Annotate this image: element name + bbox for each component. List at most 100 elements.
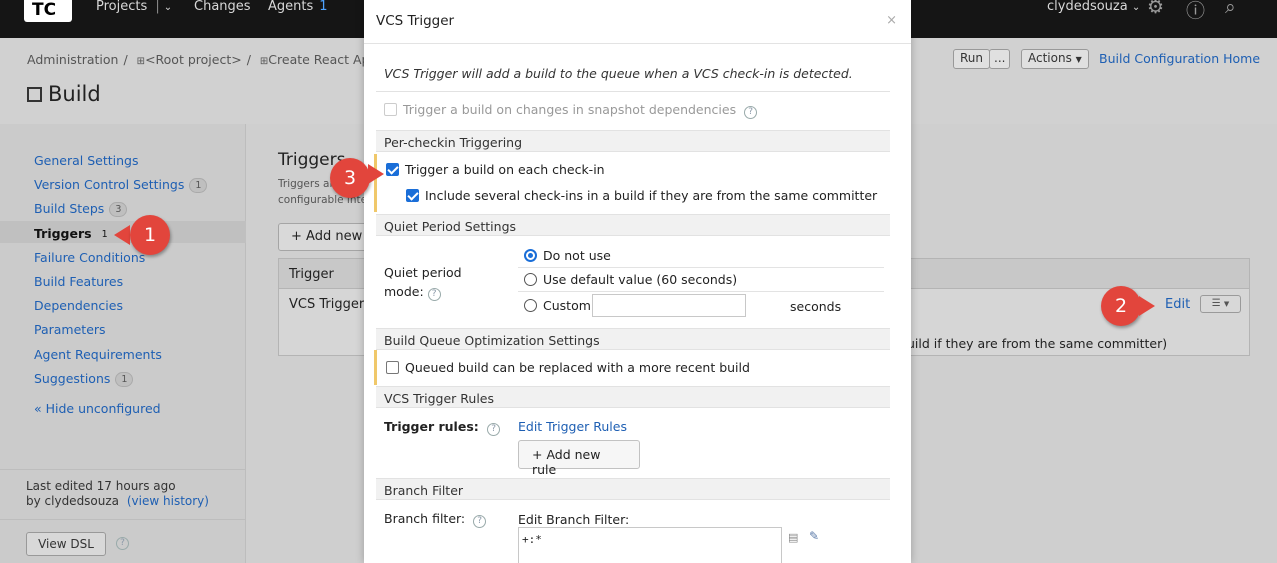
branch-filter-textarea[interactable]: +:*	[518, 527, 782, 563]
dialog-intro-text: VCS Trigger will add a build to the queu…	[384, 66, 853, 81]
breadcrumb-administration[interactable]: Administration	[27, 52, 118, 67]
user-menu[interactable]: clydedsouza ⌄	[1047, 0, 1140, 14]
edit-trigger-link[interactable]: Edit	[1165, 297, 1190, 312]
sidebar-item-build-features[interactable]: Build Features	[34, 274, 123, 289]
nav-projects[interactable]: Projects | ⌄	[96, 0, 172, 14]
hide-unconfigured-link[interactable]: « Hide unconfigured	[34, 401, 161, 416]
list-icon: ☰	[1211, 298, 1221, 309]
quiet-option-do-not-use[interactable]: Do not use	[524, 248, 611, 263]
chevron-down-icon[interactable]: ⌄	[164, 2, 172, 13]
sidebar-item-agent-requirements[interactable]: Agent Requirements	[34, 347, 162, 362]
breadcrumb-root-project[interactable]: <Root project>	[145, 52, 242, 67]
settings-sidebar: General Settings Version Control Setting…	[0, 124, 246, 563]
breadcrumb: Administration / ⊞<Root project> / ⊞Create…	[27, 52, 378, 67]
project-icon: ⊞	[136, 56, 146, 67]
callout-arrow	[114, 225, 130, 245]
divider	[518, 267, 884, 268]
vcs-trigger-dialog: VCS Trigger × VCS Trigger will add a bui…	[364, 0, 911, 563]
highlight-bar	[374, 350, 377, 385]
edit-branch-filter-label: Edit Branch Filter:	[518, 512, 630, 527]
quiet-period-section-header: Quiet Period Settings	[376, 214, 890, 236]
callout-arrow	[1139, 296, 1155, 316]
branch-filter-label: Branch filter: ?	[384, 511, 487, 528]
breadcrumb-create-react-app[interactable]: Create React App	[268, 52, 377, 67]
trigger-rules-label: Trigger rules: ?	[384, 419, 501, 436]
add-new-rule-button[interactable]: + Add new rule	[518, 440, 640, 477]
build-config-icon	[27, 87, 42, 102]
include-several-checkins-option: Include several check-ins in a build if …	[406, 188, 877, 203]
queued-build-replace-checkbox[interactable]	[386, 361, 399, 374]
divider	[0, 519, 246, 520]
sidebar-item-build-steps[interactable]: Build Steps 3	[34, 201, 128, 217]
count-badge: 3	[109, 202, 128, 217]
search-icon[interactable]: ⌕	[1225, 0, 1236, 18]
per-checkin-section-header: Per-checkin Triggering	[376, 130, 890, 152]
count-badge: 1	[101, 229, 108, 240]
count-badge: 1	[115, 372, 134, 387]
run-options-button[interactable]: ...	[989, 49, 1011, 69]
queued-build-replace-option: Queued build can be replaced with a more…	[386, 360, 750, 375]
divider	[0, 469, 246, 470]
edit-trigger-rules-link[interactable]: Edit Trigger Rules	[518, 419, 627, 434]
callout-arrow	[368, 164, 384, 184]
per-checkin-checkbox[interactable]	[386, 163, 399, 176]
help-icon[interactable]: ?	[487, 423, 501, 436]
seconds-label: seconds	[790, 299, 842, 314]
list-icon[interactable]: ▤	[788, 531, 798, 544]
table-row-trigger-name: VCS Trigger	[289, 297, 365, 312]
branch-filter-section-header: Branch Filter	[376, 478, 890, 500]
dialog-header: VCS Trigger ×	[364, 0, 911, 44]
custom-seconds-input[interactable]	[592, 294, 746, 317]
help-icon[interactable]: ?	[427, 288, 441, 301]
snapshot-dependencies-checkbox[interactable]	[384, 103, 397, 116]
callout-marker-2: 2	[1101, 286, 1141, 326]
callout-marker-3: 3	[330, 158, 370, 198]
help-icon[interactable]: ?	[744, 106, 758, 119]
quiet-option-default[interactable]: Use default value (60 seconds)	[524, 272, 737, 287]
dropdown-arrow-icon: ▼	[1223, 300, 1230, 308]
help-icon[interactable]: ⓘ	[1186, 0, 1205, 23]
view-history-link[interactable]: (view history)	[127, 494, 209, 508]
agents-count: 1	[319, 0, 328, 14]
radio-custom[interactable]	[524, 299, 537, 312]
divider	[518, 291, 884, 292]
include-several-checkins-checkbox[interactable]	[406, 189, 419, 202]
divider	[376, 91, 890, 92]
page-title: Build	[27, 82, 101, 106]
nav-agents[interactable]: Agents 1	[268, 0, 328, 14]
radio-default-value[interactable]	[524, 273, 537, 286]
nav-changes[interactable]: Changes	[194, 0, 251, 14]
trigger-options-menu[interactable]: ☰ ▼	[1200, 295, 1241, 313]
run-button[interactable]: Run	[953, 49, 991, 69]
trigger-rules-section-header: VCS Trigger Rules	[376, 386, 890, 408]
build-configuration-home-link[interactable]: Build Configuration Home	[1099, 51, 1260, 66]
quiet-period-mode-label: Quiet period mode: ?	[384, 265, 462, 301]
callout-marker-1: 1	[130, 215, 170, 255]
close-icon[interactable]: ×	[886, 13, 897, 28]
last-edited-info: Last edited 17 hours ago by clydedsouza …	[26, 479, 209, 508]
quiet-option-custom[interactable]: Custom	[524, 298, 591, 313]
sidebar-item-version-control-settings[interactable]: Version Control Settings 1	[34, 177, 208, 193]
sidebar-item-general-settings[interactable]: General Settings	[34, 153, 139, 168]
help-icon[interactable]: ?	[116, 537, 129, 550]
teamcity-logo[interactable]: TC	[24, 0, 72, 22]
sidebar-item-parameters[interactable]: Parameters	[34, 322, 106, 337]
sidebar-item-suggestions[interactable]: Suggestions 1	[34, 371, 134, 387]
gear-icon[interactable]: ⚙	[1147, 0, 1164, 18]
help-icon[interactable]: ?	[473, 515, 487, 528]
magic-wand-icon[interactable]: ✎	[809, 529, 819, 543]
dialog-title: VCS Trigger	[376, 13, 455, 29]
table-row-trigger-description: uild if they are from the same committer…	[907, 336, 1168, 351]
radio-do-not-use[interactable]	[524, 249, 537, 262]
sidebar-item-dependencies[interactable]: Dependencies	[34, 298, 123, 313]
chevron-down-icon: ⌄	[1131, 2, 1141, 13]
queue-optimization-section-header: Build Queue Optimization Settings	[376, 328, 890, 350]
add-new-trigger-button[interactable]: + Add new	[278, 223, 368, 251]
view-dsl-button[interactable]: View DSL	[26, 532, 106, 556]
per-checkin-option: Trigger a build on each check-in	[386, 162, 605, 177]
dropdown-arrow-icon: ▼	[1075, 55, 1082, 64]
sidebar-item-triggers[interactable]: Triggers 1	[34, 226, 113, 241]
actions-button[interactable]: Actions ▼	[1021, 49, 1089, 69]
sidebar-item-failure-conditions[interactable]: Failure Conditions	[34, 250, 145, 265]
snapshot-dependencies-option: Trigger a build on changes in snapshot d…	[384, 102, 758, 119]
